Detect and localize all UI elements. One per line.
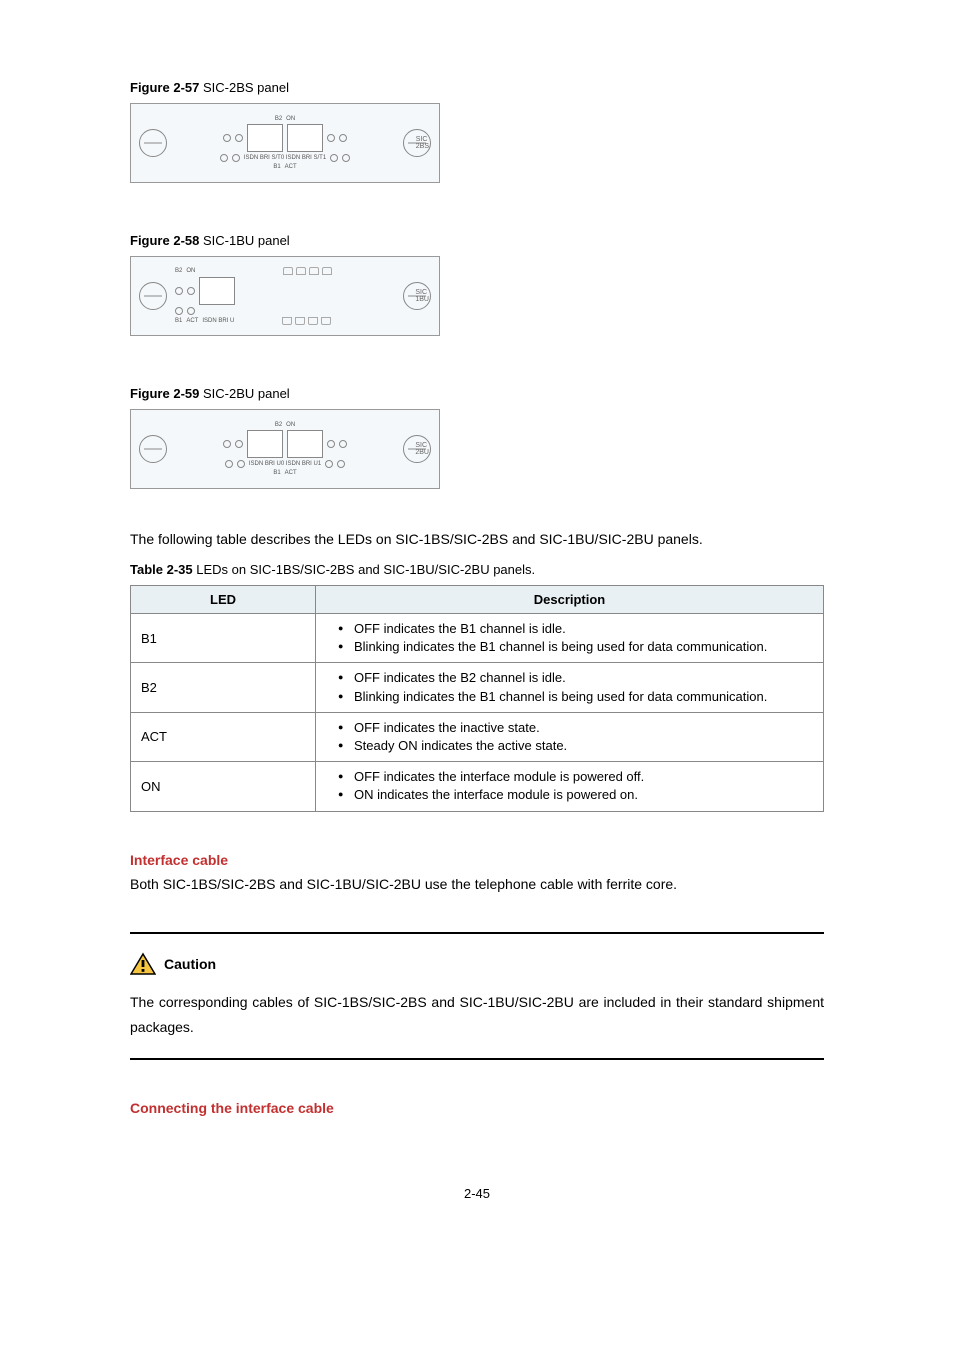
led-icon: [232, 154, 240, 162]
led-icon: [342, 154, 350, 162]
table-row: ON OFF indicates the interface module is…: [131, 762, 824, 811]
led-icon: [223, 134, 231, 142]
table-header-description: Description: [316, 586, 824, 614]
led-description: OFF indicates the inactive state. Steady…: [316, 712, 824, 761]
connecting-heading: Connecting the interface cable: [130, 1100, 824, 1116]
port-icon: [287, 124, 323, 152]
caution-header: Caution: [130, 952, 824, 976]
vent-icon: [322, 267, 332, 275]
list-item: OFF indicates the B2 channel is idle.: [342, 669, 813, 687]
table-header-led: LED: [131, 586, 316, 614]
vent-icon: [296, 267, 306, 275]
list-item: OFF indicates the interface module is po…: [342, 768, 813, 786]
led-icon: [175, 307, 183, 315]
vent-icon: [308, 317, 318, 325]
intro-paragraph: The following table describes the LEDs o…: [130, 529, 824, 550]
figure-59-label: Figure 2-59: [130, 386, 199, 401]
port-icon: [247, 430, 283, 458]
led-name: ACT: [131, 712, 316, 761]
sic-2bu-panel-image: B2 ON ISDN BRI U0 ISDN BRI U1 B1 ACT SIC…: [130, 409, 440, 489]
led-icon: [225, 460, 233, 468]
panel-screw-icon: [139, 282, 167, 310]
port-icon: [199, 277, 235, 305]
list-item: ON indicates the interface module is pow…: [342, 786, 813, 804]
led-icon: [187, 307, 195, 315]
vent-icon: [282, 317, 292, 325]
led-icon: [223, 440, 231, 448]
led-icon: [339, 440, 347, 448]
table-35-caption: Table 2-35 LEDs on SIC-1BS/SIC-2BS and S…: [130, 562, 824, 577]
led-icon: [237, 460, 245, 468]
sic-2bs-panel-image: B2 ON ISDN BRI S/T0 ISDN BRI S/T1 B1 ACT…: [130, 103, 440, 183]
caution-label: Caution: [164, 956, 216, 972]
led-icon: [187, 287, 195, 295]
led-name: B1: [131, 614, 316, 663]
interface-cable-heading: Interface cable: [130, 852, 824, 868]
led-icon: [330, 154, 338, 162]
table-35-title: LEDs on SIC-1BS/SIC-2BS and SIC-1BU/SIC-…: [196, 562, 535, 577]
vent-icon: [321, 317, 331, 325]
table-row: ACT OFF indicates the inactive state. St…: [131, 712, 824, 761]
panel-type-label: SIC 2BU: [415, 442, 429, 456]
panel-middle: B2 ON ISDN BRI U0 ISDN BRI U1 B1 ACT: [167, 422, 403, 476]
led-icon: [325, 460, 333, 468]
list-item: Blinking indicates the B1 channel is bei…: [342, 688, 813, 706]
figure-57-caption: Figure 2-57 SIC-2BS panel: [130, 80, 824, 95]
led-icon: [220, 154, 228, 162]
led-description: OFF indicates the B2 channel is idle. Bl…: [316, 663, 824, 712]
table-row: B2 OFF indicates the B2 channel is idle.…: [131, 663, 824, 712]
list-item: Steady ON indicates the active state.: [342, 737, 813, 755]
panel-screw-icon: [139, 435, 167, 463]
panel-type-label: SIC 1BU: [415, 289, 429, 303]
figure-59-caption: Figure 2-59 SIC-2BU panel: [130, 386, 824, 401]
port-icon: [287, 430, 323, 458]
figure-57-title: SIC-2BS panel: [203, 80, 289, 95]
led-description: OFF indicates the interface module is po…: [316, 762, 824, 811]
led-icon: [235, 134, 243, 142]
sic-1bu-panel-image: B2 ON B1 ACT ISDN BRI U: [130, 256, 440, 336]
led-icon: [235, 440, 243, 448]
vent-icon: [295, 317, 305, 325]
led-table: LED Description B1 OFF indicates the B1 …: [130, 585, 824, 812]
panel-screw-icon: [139, 129, 167, 157]
led-name: ON: [131, 762, 316, 811]
caution-text: The corresponding cables of SIC-1BS/SIC-…: [130, 990, 824, 1040]
figure-59-title: SIC-2BU panel: [203, 386, 290, 401]
port-icon: [247, 124, 283, 152]
led-icon: [337, 460, 345, 468]
led-icon: [339, 134, 347, 142]
table-row: B1 OFF indicates the B1 channel is idle.…: [131, 614, 824, 663]
figure-58-caption: Figure 2-58 SIC-1BU panel: [130, 233, 824, 248]
panel-middle: B2 ON B1 ACT ISDN BRI U: [167, 267, 403, 325]
figure-58-label: Figure 2-58: [130, 233, 199, 248]
figure-58-title: SIC-1BU panel: [203, 233, 290, 248]
page-number: 2-45: [130, 1186, 824, 1201]
list-item: OFF indicates the inactive state.: [342, 719, 813, 737]
interface-cable-text: Both SIC-1BS/SIC-2BS and SIC-1BU/SIC-2BU…: [130, 876, 824, 892]
table-35-label: Table 2-35: [130, 562, 193, 577]
vent-icon: [283, 267, 293, 275]
panel-middle: B2 ON ISDN BRI S/T0 ISDN BRI S/T1 B1 ACT: [167, 116, 403, 170]
led-icon: [327, 134, 335, 142]
led-icon: [327, 440, 335, 448]
caution-triangle-icon: [130, 952, 156, 976]
figure-57-label: Figure 2-57: [130, 80, 199, 95]
list-item: OFF indicates the B1 channel is idle.: [342, 620, 813, 638]
caution-block: Caution The corresponding cables of SIC-…: [130, 932, 824, 1060]
panel-type-label: SIC 2BS: [416, 136, 429, 150]
led-description: OFF indicates the B1 channel is idle. Bl…: [316, 614, 824, 663]
list-item: Blinking indicates the B1 channel is bei…: [342, 638, 813, 656]
vent-icon: [309, 267, 319, 275]
led-name: B2: [131, 663, 316, 712]
led-icon: [175, 287, 183, 295]
